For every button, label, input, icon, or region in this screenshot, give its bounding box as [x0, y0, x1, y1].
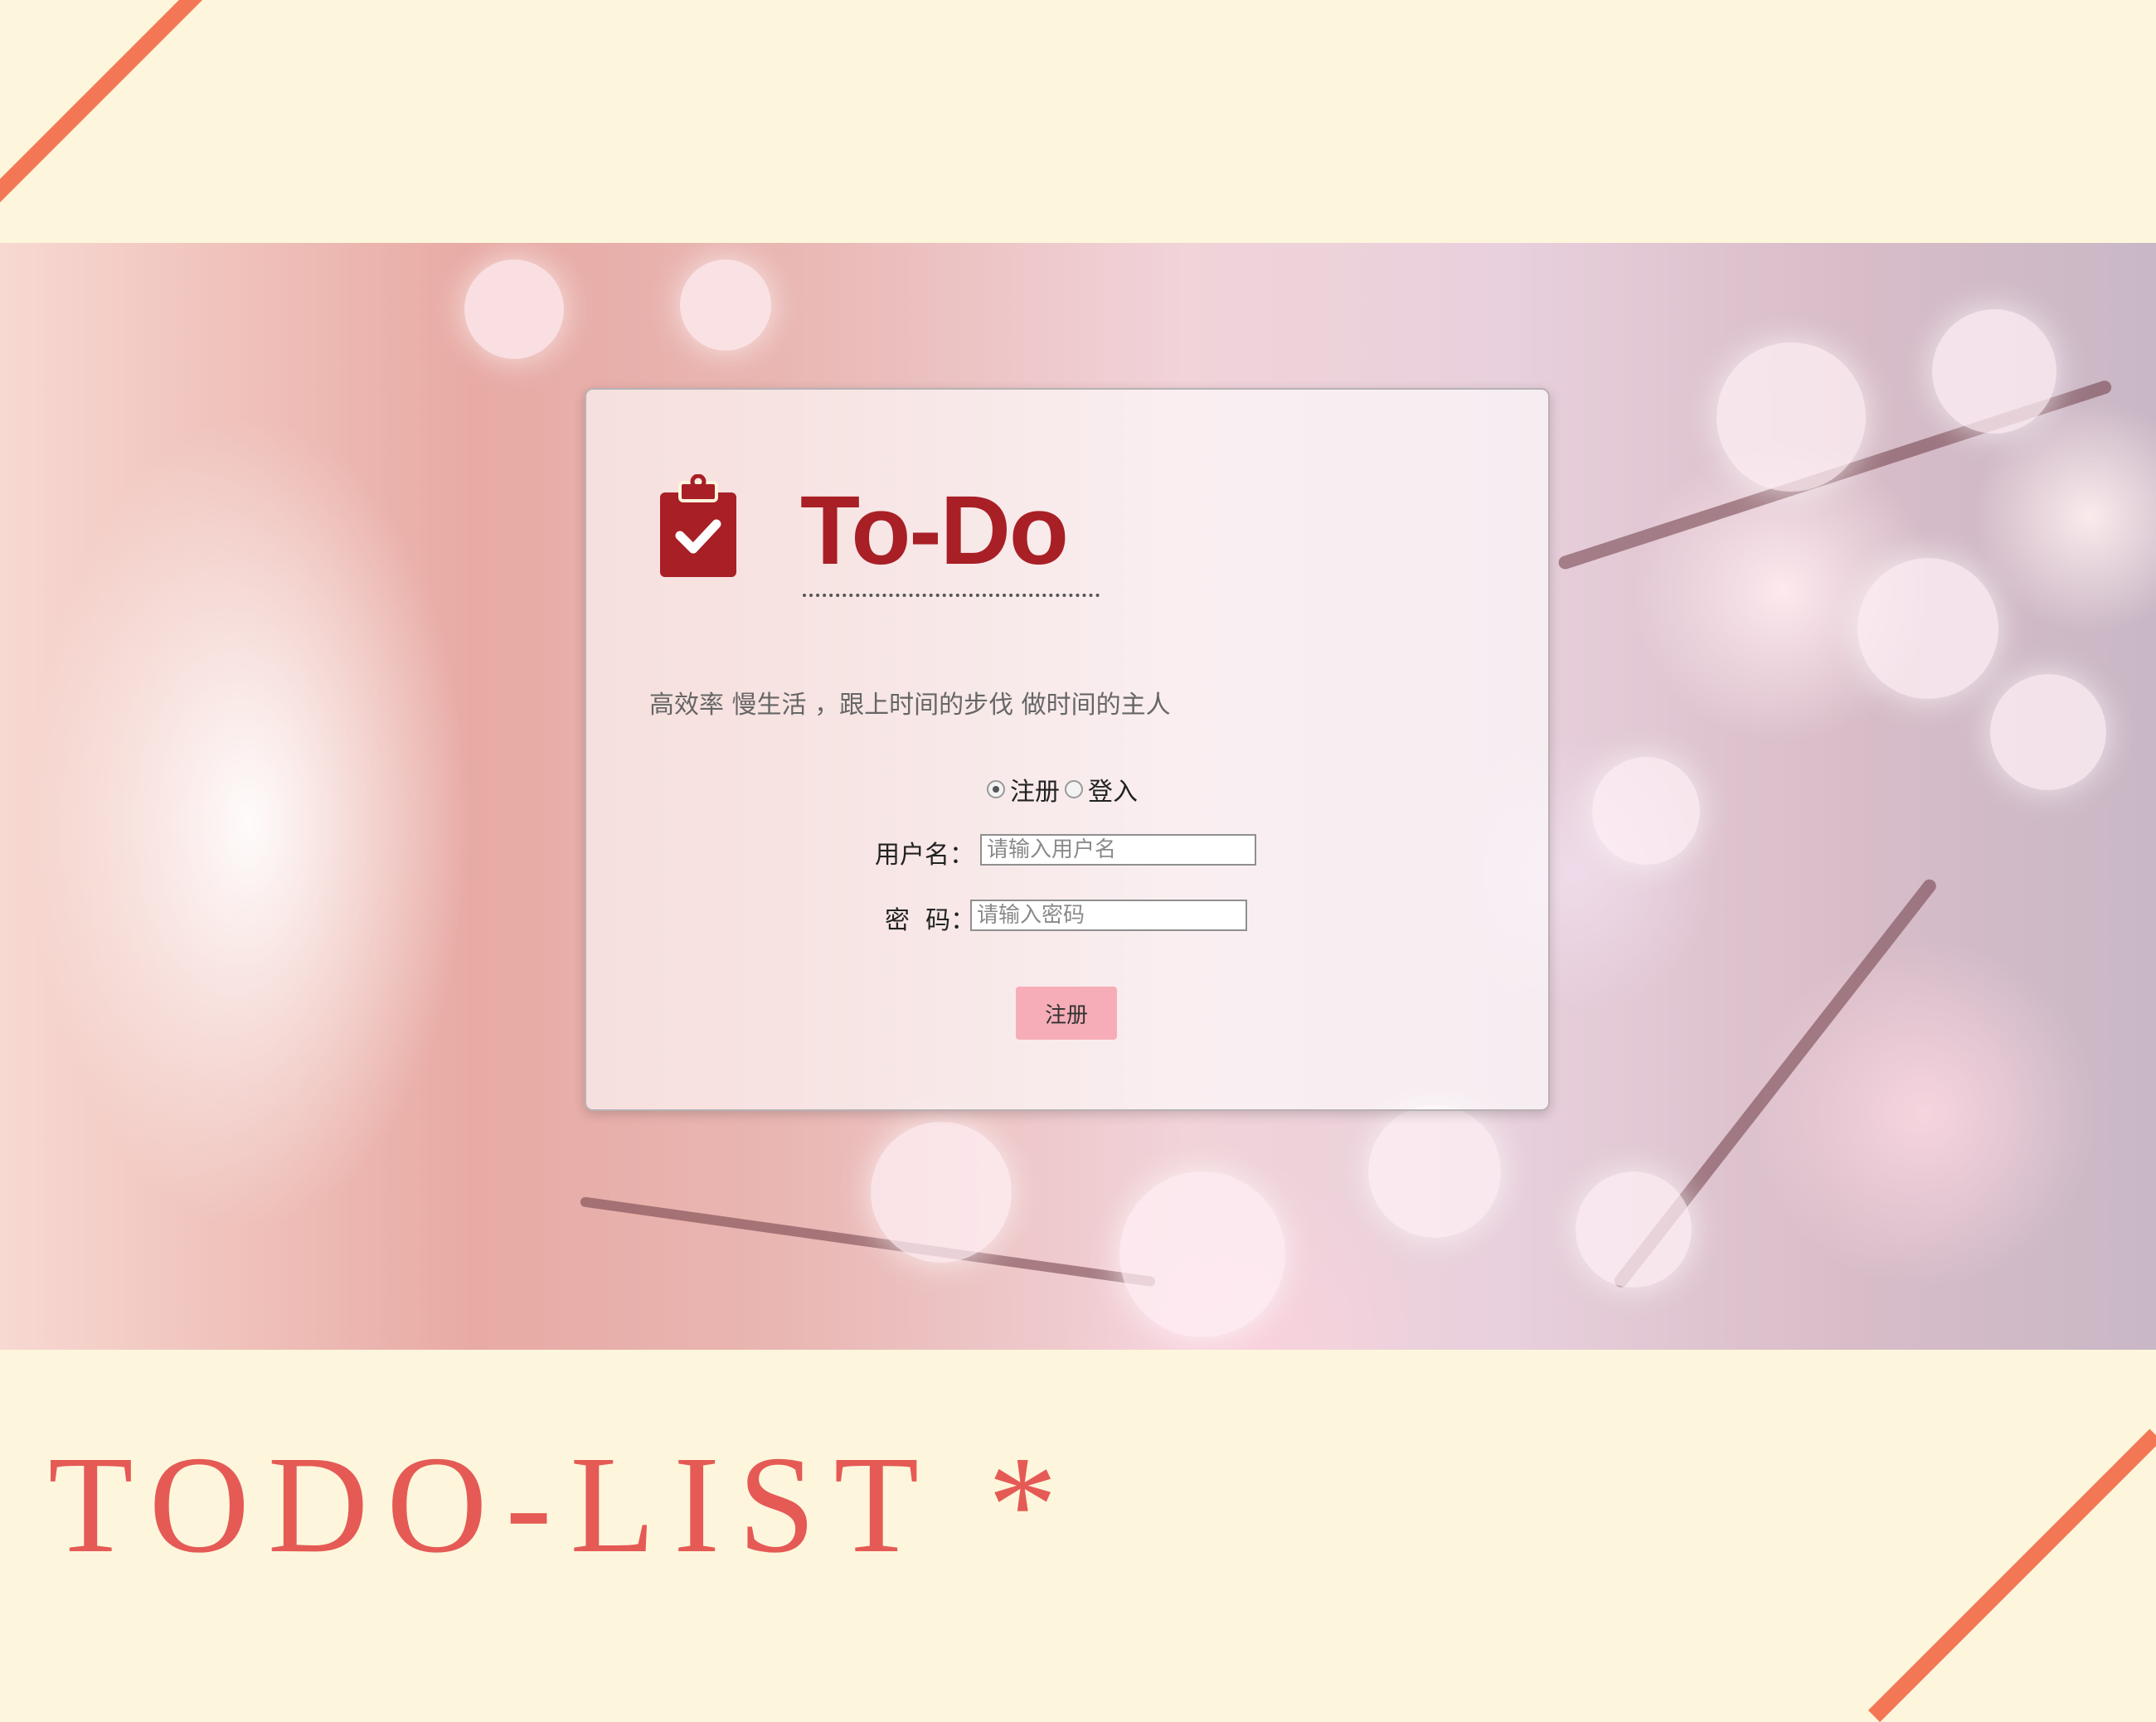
brand-title: To-Do — [800, 476, 1069, 585]
register-submit-button[interactable]: 注册 — [1016, 987, 1117, 1040]
mode-selector: 注册 登入 — [987, 771, 1143, 808]
decorative-stripe-top-left — [0, 0, 243, 230]
username-input[interactable] — [980, 834, 1256, 866]
tagline: 高效率 慢生活 ，跟上时间的步伐 做时间的主人 — [649, 691, 1171, 720]
register-radio-label[interactable]: 注册 — [1010, 771, 1060, 808]
login-radio-label[interactable]: 登入 — [1088, 771, 1138, 808]
password-input[interactable] — [970, 900, 1247, 931]
footer-title: TODO-LIST * — [48, 1428, 1076, 1582]
password-label: 密 码： — [885, 906, 976, 935]
username-label: 用户名： — [875, 841, 974, 870]
title-underline — [803, 594, 1100, 597]
register-radio[interactable] — [987, 780, 1005, 798]
clipboard-check-icon — [660, 474, 736, 577]
decorative-stripe-bottom-right — [1867, 1429, 2156, 1722]
login-radio[interactable] — [1065, 780, 1083, 798]
